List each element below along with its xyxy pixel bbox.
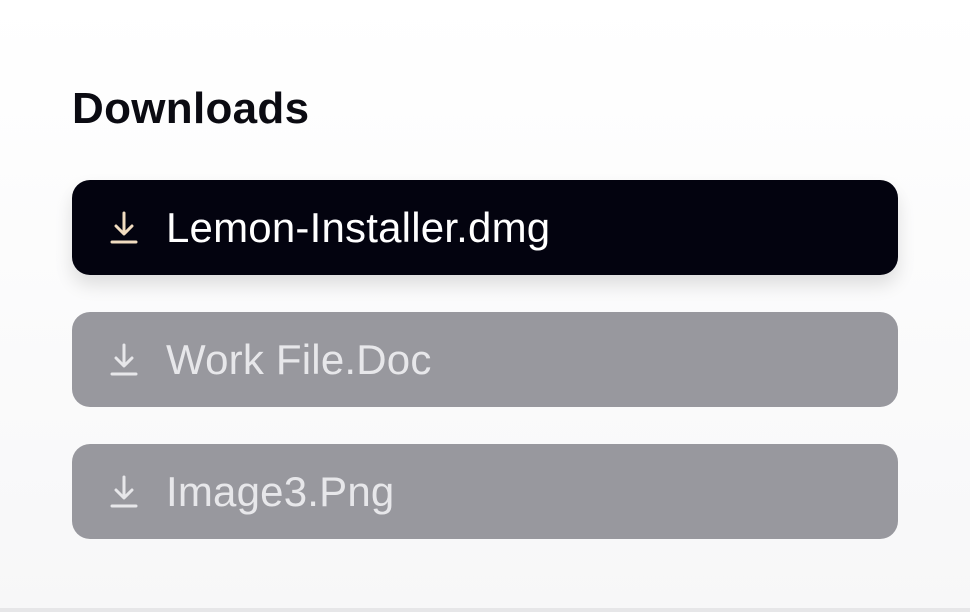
download-icon <box>108 473 140 511</box>
download-icon <box>108 209 140 247</box>
download-item-lemon-installer[interactable]: Lemon-Installer.dmg <box>72 180 898 275</box>
download-item-image3[interactable]: Image3.Png <box>72 444 898 539</box>
download-item-label: Work File.Doc <box>166 335 432 383</box>
download-icon <box>108 341 140 379</box>
download-item-label: Lemon-Installer.dmg <box>166 203 551 251</box>
bottom-divider <box>0 608 970 612</box>
downloads-panel: Downloads Lemon-Installer.dmg Work File.… <box>72 84 898 539</box>
download-item-work-file[interactable]: Work File.Doc <box>72 312 898 407</box>
download-item-label: Image3.Png <box>166 467 395 515</box>
page-title: Downloads <box>72 84 310 133</box>
downloads-list: Lemon-Installer.dmg Work File.Doc Image3… <box>72 180 898 539</box>
